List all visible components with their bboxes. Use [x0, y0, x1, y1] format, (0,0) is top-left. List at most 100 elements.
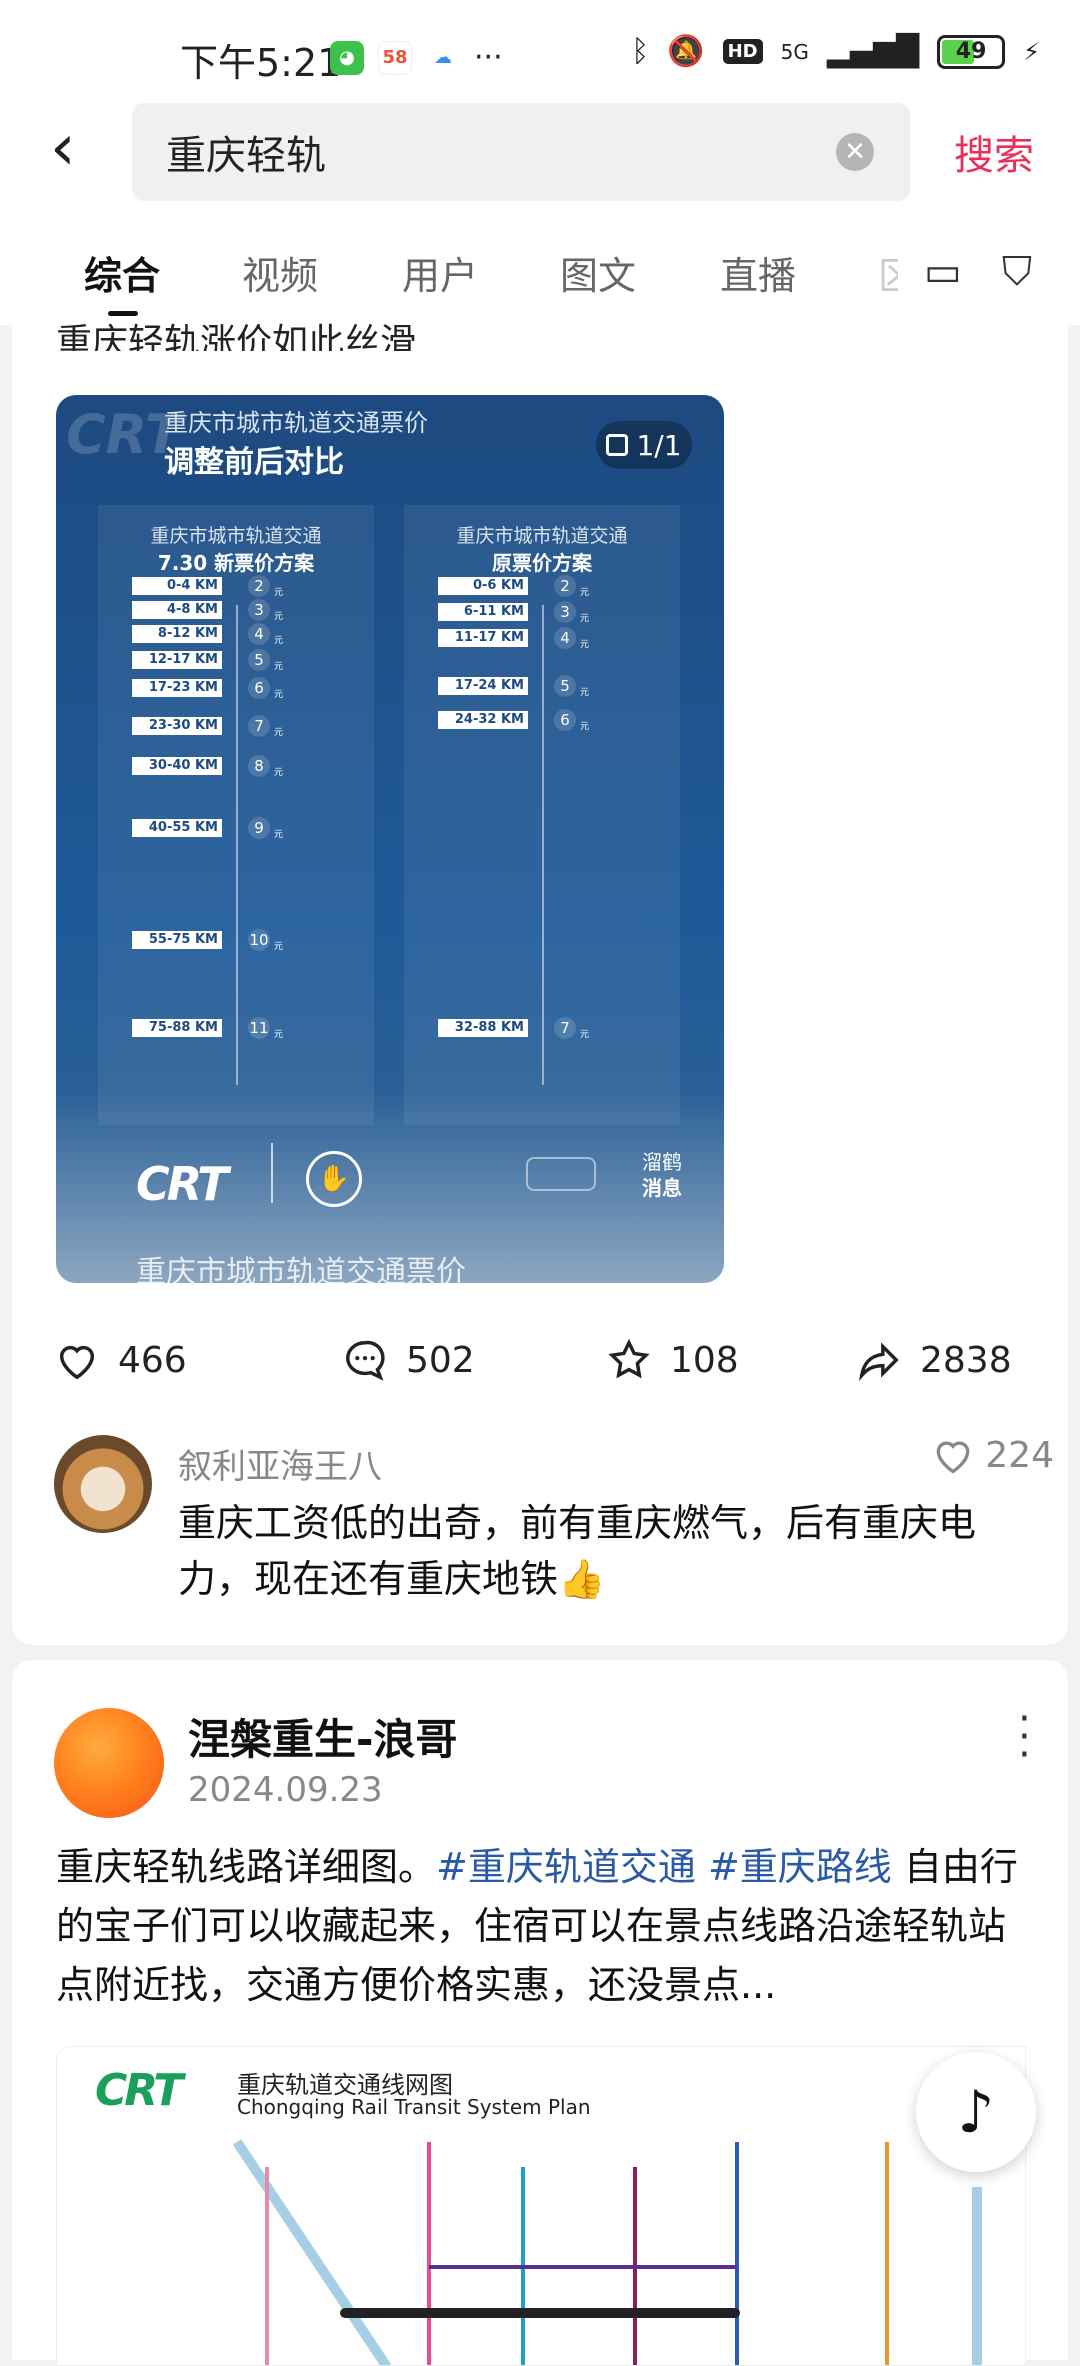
footer-divider — [271, 1143, 273, 1203]
notification-icons: ◕ 58 ☁ ··· — [330, 40, 503, 75]
post-text[interactable]: 重庆轻轨线路详细图。#重庆轨道交通 #重庆路线 自由行的宝子们可以收藏起来，住宿… — [56, 1838, 1036, 2015]
search-button[interactable]: 搜索 — [954, 123, 1034, 181]
fare-price: 4 — [248, 623, 270, 645]
yuan-unit: 元 — [580, 640, 590, 650]
yuan-unit: 元 — [580, 688, 590, 698]
cloud-app-icon: ☁ — [426, 40, 460, 75]
tab-users[interactable]: 用户 — [402, 245, 478, 300]
more-options-icon[interactable]: · · · — [1018, 1699, 1032, 1775]
favorite-button[interactable]: 108 — [606, 1337, 739, 1383]
fare-distance: 40-55 KM — [132, 819, 222, 837]
fare-price: 6 — [248, 677, 270, 699]
old-fare-title-2: 原票价方案 — [492, 551, 592, 575]
fare-distance: 4-8 KM — [132, 601, 222, 619]
share-count: 2838 — [920, 1339, 1012, 1381]
post-date: 2024.09.23 — [188, 1770, 383, 1810]
back-icon[interactable]: ‹ — [50, 113, 76, 183]
share-button[interactable]: 2838 — [856, 1337, 1012, 1383]
author-name[interactable]: 涅槃重生-浪哥 — [188, 1706, 457, 1767]
new-fare-title-1: 重庆市城市轨道交通 — [150, 525, 322, 547]
post-image-map[interactable]: CRT 重庆轨道交通线网图 Chongqing Rail Transit Sys… — [56, 2046, 1026, 2366]
fare-price: 8 — [248, 755, 270, 777]
mute-icon: 🔕 — [667, 34, 705, 69]
panel-divider — [542, 605, 544, 1085]
fare-distance: 32-88 KM — [438, 1019, 528, 1037]
tab-comprehensive[interactable]: 综合 — [84, 245, 160, 300]
fare-distance: 24-32 KM — [438, 711, 528, 729]
status-time: 下午5:21 — [180, 41, 342, 85]
comment-like-button[interactable]: 224 — [931, 1433, 1054, 1477]
hashtag-1[interactable]: #重庆轨道交通 — [436, 1845, 696, 1889]
yuan-unit: 元 — [274, 830, 284, 840]
old-fare-title-1: 重庆市城市轨道交通 — [456, 525, 628, 547]
new-fare-title-2: 7.30 新票价方案 — [157, 551, 315, 575]
yuan-unit: 元 — [274, 942, 284, 952]
yuan-unit: 元 — [274, 728, 284, 738]
post-card-2: 涅槃重生-浪哥 2024.09.23 · · · 重庆轻轨线路详细图。#重庆轨道交通… — [12, 1660, 1068, 2366]
search-input[interactable] — [166, 103, 806, 201]
fare-price: 7 — [248, 715, 270, 737]
search-box[interactable]: ✕ — [132, 103, 910, 201]
heart-icon — [936, 1441, 970, 1474]
fare-price: 3 — [248, 599, 270, 621]
signal-icon: ▂▄▆█ — [826, 34, 920, 69]
comment-count: 502 — [406, 1339, 475, 1381]
share-icon — [859, 1342, 899, 1382]
tab-list-icon[interactable]: ▭ — [924, 249, 962, 295]
status-bar: 下午5:21 ◕ 58 ☁ ··· ᛒ 🔕 HD 5G ▂▄▆█ 49 ⚡ — [0, 0, 1080, 110]
comment-text: 重庆工资低的出奇，前有重庆燃气，后有重庆电力，现在还有重庆地铁👍 — [178, 1501, 977, 1601]
fare-price: 5 — [248, 649, 270, 671]
fare-distance: 30-40 KM — [132, 757, 222, 775]
tab-partial[interactable]: 区 — [878, 245, 898, 300]
old-fare-panel: 重庆市城市轨道交通 原票价方案 0-6 KM 2 元 6-11 KM 3 元 11-17 K… — [404, 505, 680, 1125]
favorite-count: 108 — [670, 1339, 739, 1381]
fare-distance: 6-11 KM — [438, 603, 528, 621]
fare-price: 7 — [554, 1017, 576, 1039]
douyin-icon: ♪ — [957, 2078, 995, 2146]
network-label: 5G — [780, 39, 809, 64]
fare-price: 2 — [554, 575, 576, 597]
bluetooth-icon: ᛒ — [631, 34, 650, 69]
panel-divider — [236, 605, 238, 1085]
fare-distance: 17-24 KM — [438, 677, 528, 695]
yuan-unit: 元 — [274, 612, 284, 622]
hashtag-2[interactable]: #重庆路线 — [708, 1845, 892, 1889]
new-fare-panel: 重庆市城市轨道交通 7.30 新票价方案 0-4 KM 2 元 4-8 KM 3 元 8-1… — [98, 505, 374, 1125]
fare-distance: 17-23 KM — [132, 679, 222, 697]
comment-button[interactable]: 502 — [342, 1337, 475, 1383]
heart-icon — [59, 1345, 95, 1380]
charging-icon: ⚡ — [1023, 37, 1040, 66]
watermark-icon — [526, 1157, 596, 1191]
avatar[interactable] — [54, 1435, 152, 1533]
home-indicator[interactable] — [340, 2308, 740, 2318]
yuan-unit: 元 — [580, 1030, 590, 1040]
top-comment: 叙利亚海王八 224 重庆工资低的出奇，前有重庆燃气，后有重庆电力，现在还有重庆… — [12, 1425, 1068, 1605]
post-image[interactable]: CRT 重庆市城市轨道交通票价 调整前后对比 1/1 重庆市城市轨道交通 7.3… — [56, 395, 724, 1283]
fare-distance: 8-12 KM — [132, 625, 222, 643]
fare-distance: 75-88 KM — [132, 1019, 222, 1037]
footer-cut-text: 重庆市城市轨道交通票价 — [136, 1255, 466, 1283]
comment-username[interactable]: 叙利亚海王八 — [178, 1439, 382, 1488]
rail-logo: CRT — [136, 1157, 228, 1211]
fare-distance: 11-17 KM — [438, 629, 528, 647]
rail-map-lines — [232, 2139, 982, 2365]
post-card-1: 重庆轻轨涨价如此丝滑 CRT 重庆市城市轨道交通票价 调整前后对比 1/1 重庆… — [12, 322, 1068, 1645]
clear-search-icon[interactable]: ✕ — [836, 133, 874, 171]
tab-live[interactable]: 直播 — [720, 245, 796, 300]
yuan-unit: 元 — [580, 588, 590, 598]
filter-icon[interactable]: ⛉ — [1002, 249, 1032, 295]
like-button[interactable]: 466 — [54, 1337, 187, 1383]
author-avatar[interactable] — [54, 1708, 164, 1818]
fare-price: 2 — [248, 575, 270, 597]
post-title-partial: 重庆轻轨涨价如此丝滑 — [56, 322, 417, 351]
fare-price: 5 — [554, 675, 576, 697]
tab-video[interactable]: 视频 — [242, 245, 318, 300]
fare-price: 11 — [248, 1017, 270, 1039]
58-app-icon: 58 — [378, 40, 412, 75]
yuan-unit: 元 — [580, 722, 590, 732]
tab-image-text[interactable]: 图文 — [560, 245, 636, 300]
post-actions: 466 502 108 2838 — [12, 1325, 1068, 1395]
douyin-float-button[interactable]: ♪ — [916, 2052, 1036, 2172]
image-footer: CRT ✋ 溜鹤 消息 重庆市城市轨道交通票价 — [56, 1133, 724, 1283]
image-header-2: 调整前后对比 — [164, 445, 344, 480]
